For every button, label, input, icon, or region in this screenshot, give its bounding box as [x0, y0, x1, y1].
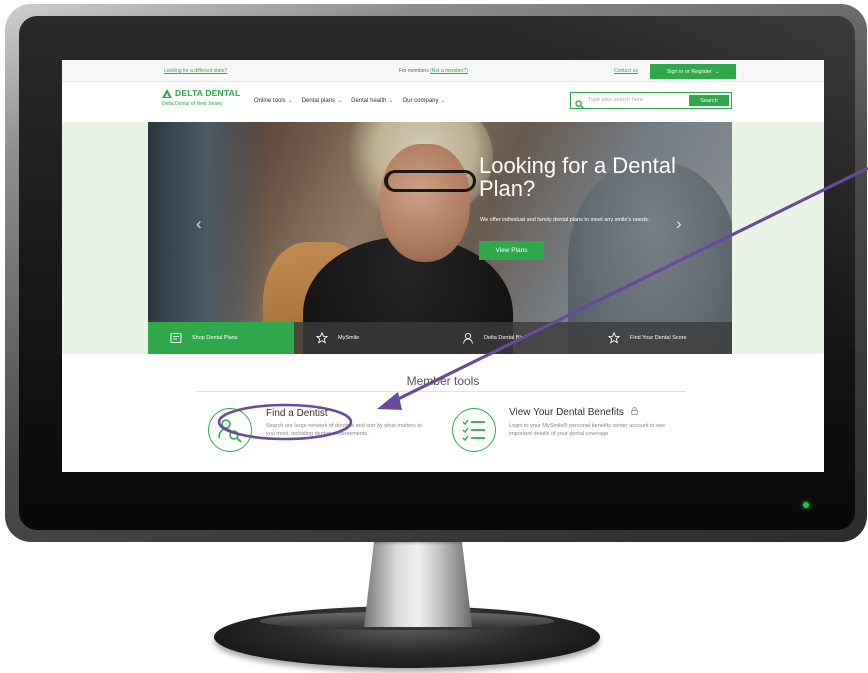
person-icon	[462, 332, 474, 344]
logo-subtitle: Delta Dental of New Jersey	[162, 101, 223, 107]
delta-triangle-icon	[162, 88, 172, 98]
hero-tiles: Shop Dental Plans MySmile Delta Dental B…	[148, 322, 732, 354]
tile-shop-dental-plans[interactable]: Shop Dental Plans	[148, 322, 294, 354]
site-header: DELTA DENTAL Delta Dental of New Jersey …	[62, 82, 824, 122]
document-icon	[170, 332, 182, 344]
tile-label: Delta Dental Blo	[484, 335, 524, 341]
chevron-down-icon: ⌄	[388, 98, 394, 104]
tile-label: MySmile	[338, 335, 360, 341]
logo-text: DELTA DENTAL	[175, 88, 241, 98]
nav-dental-plans[interactable]: Dental plans ⌄	[301, 97, 343, 105]
nav-label: Online tools	[254, 97, 286, 104]
nav-label: Our company	[402, 97, 439, 104]
power-led-icon	[803, 502, 809, 508]
tile-label: Find Your Dental Score	[630, 335, 687, 341]
search-button[interactable]: Search	[689, 95, 729, 106]
chevron-down-icon: ⌄	[440, 98, 446, 104]
different-state-link[interactable]: Looking for a different state?	[164, 68, 227, 74]
tile-find-dental-score[interactable]: Find Your Dental Score	[586, 322, 732, 354]
dentist-search-icon	[208, 408, 252, 452]
contact-us-link[interactable]: Contact us	[614, 68, 638, 74]
members-prefix: For members	[399, 68, 431, 74]
hero-carousel: ‹ › Looking for a Dental Plan? We offer …	[148, 122, 732, 354]
sign-in-label: Sign in or Register	[666, 68, 712, 75]
hero-title: Looking for a Dental Plan?	[479, 153, 676, 201]
view-benefits-description: Login to your MySmile® personal benefits…	[509, 423, 665, 437]
tile-label: Shop Dental Plans	[192, 335, 238, 341]
chevron-down-icon: ⌄	[287, 98, 293, 104]
monitor-stand-neck	[364, 535, 472, 627]
view-benefits-title[interactable]: View Your Dental Benefits	[509, 407, 638, 418]
tile-mysmile[interactable]: MySmile	[294, 322, 440, 354]
hero-description: We offer individual and family dental pl…	[480, 217, 650, 223]
checklist-icon	[452, 408, 496, 452]
view-plans-button[interactable]: View Plans	[479, 241, 544, 260]
search-placeholder: Type your search here	[588, 97, 643, 103]
nav-our-company[interactable]: Our company ⌄	[402, 97, 446, 105]
chevron-down-icon: ⌄	[714, 68, 720, 75]
view-benefits-title-text: View Your Dental Benefits	[509, 407, 624, 419]
delta-dental-logo[interactable]: DELTA DENTAL Delta Dental of New Jersey	[162, 88, 240, 107]
nav-label: Dental health	[351, 97, 387, 104]
member-tools-divider	[196, 391, 686, 392]
star-icon	[607, 331, 621, 344]
search-icon	[575, 96, 584, 109]
utility-bar: Looking for a different state? For membe…	[62, 60, 824, 82]
find-dentist-description: Search our large network of dentists and…	[266, 423, 422, 437]
find-dentist-title[interactable]: Find a Dentist	[266, 408, 328, 419]
star-icon	[315, 331, 329, 344]
lock-icon	[630, 407, 638, 418]
not-a-member-link[interactable]: (Not a member?)	[430, 68, 468, 74]
search-input[interactable]: Type your search here Search	[570, 92, 732, 109]
sign-in-register-button[interactable]: Sign in or Register ⌄	[650, 64, 736, 79]
nav-online-tools[interactable]: Online tools ⌄	[254, 97, 293, 105]
website-screen: Looking for a different state? For membe…	[62, 60, 824, 472]
main-nav: Online tools ⌄ Dental plans ⌄ Dental healt…	[254, 97, 446, 105]
carousel-next-icon[interactable]: ›	[676, 214, 682, 234]
carousel-prev-icon[interactable]: ‹	[196, 214, 202, 234]
chevron-down-icon: ⌄	[337, 98, 343, 104]
tile-delta-dental-blog[interactable]: Delta Dental Blo	[440, 322, 586, 354]
members-note: For members (Not a member?)	[399, 68, 468, 74]
nav-dental-health[interactable]: Dental health ⌄	[351, 97, 394, 105]
nav-label: Dental plans	[301, 97, 336, 104]
member-tools-title: Member tools	[406, 374, 480, 388]
